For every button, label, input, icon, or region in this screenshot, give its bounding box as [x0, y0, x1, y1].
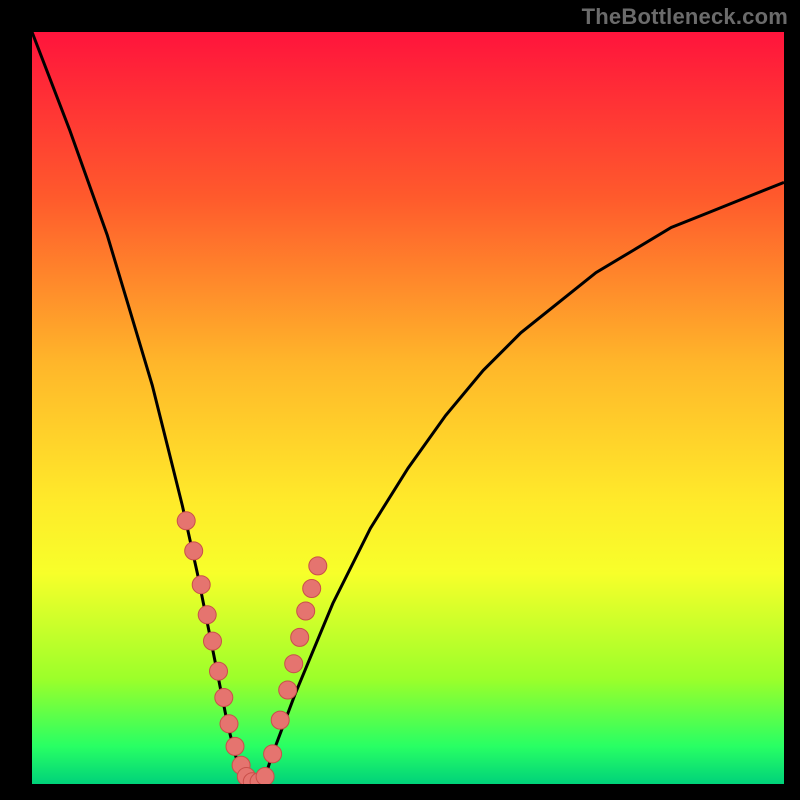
data-point — [177, 512, 195, 530]
data-point — [309, 557, 327, 575]
data-point — [210, 662, 228, 680]
data-point — [198, 606, 216, 624]
data-point — [256, 768, 274, 785]
data-point — [297, 602, 315, 620]
data-point — [279, 681, 297, 699]
watermark-text: TheBottleneck.com — [582, 4, 788, 30]
data-point — [291, 628, 309, 646]
data-point — [303, 580, 321, 598]
data-point — [215, 689, 233, 707]
data-point — [271, 711, 289, 729]
data-point — [185, 542, 203, 560]
data-point — [192, 576, 210, 594]
data-point — [226, 737, 244, 755]
bottleneck-curve — [32, 32, 784, 784]
data-point — [204, 632, 222, 650]
bottleneck-chart — [32, 32, 784, 784]
data-point — [264, 745, 282, 763]
data-point — [285, 655, 303, 673]
plot-area — [32, 32, 784, 784]
chart-frame: TheBottleneck.com — [0, 0, 800, 800]
data-point — [220, 715, 238, 733]
